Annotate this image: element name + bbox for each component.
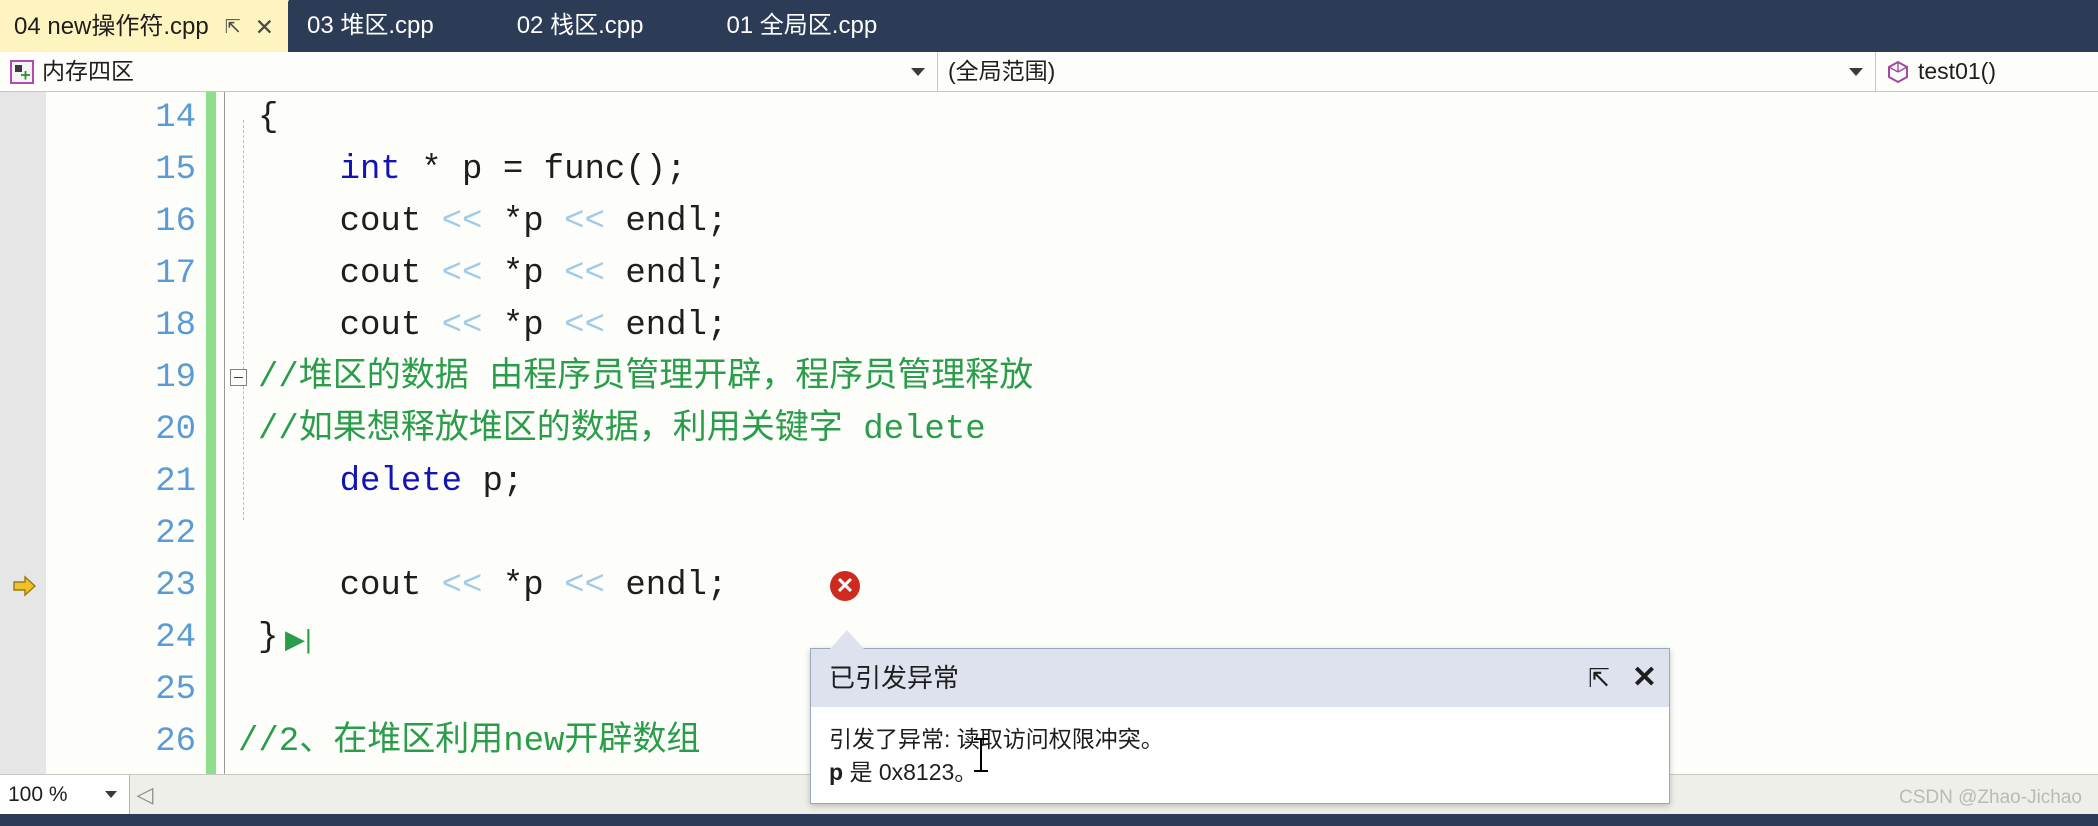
code-line[interactable]: 14 { (0, 92, 2098, 144)
line-number: 26 (155, 723, 196, 761)
line-text: //堆区的数据 由程序员管理开辟，程序员管理释放 (258, 359, 1034, 397)
editor-tab-strip: 04 new操作符.cpp ⇱ ✕ 03 堆区.cpp 02 栈区.cpp 01… (0, 0, 2098, 52)
code-line[interactable]: 19 //堆区的数据 由程序员管理开辟，程序员管理释放 (0, 352, 2098, 404)
chevron-down-icon[interactable] (911, 67, 925, 76)
line-number: 18 (155, 307, 196, 345)
window-bottom-edge (0, 814, 2098, 826)
code-line[interactable]: 17 cout << *p << endl; (0, 248, 2098, 300)
line-number: 19 (155, 359, 196, 397)
tab-03-heap[interactable]: 03 堆区.cpp (289, 0, 461, 52)
tab-label: 01 全局区.cpp (726, 12, 878, 39)
line-text: } (258, 619, 279, 657)
line-text: cout << *p << endl; (339, 567, 728, 605)
line-number: 22 (155, 515, 196, 553)
project-dropdown-value: 内存四区 (42, 58, 134, 84)
tab-01-global[interactable]: 01 全局区.cpp (708, 0, 905, 52)
tab-04-new-operator[interactable]: 04 new操作符.cpp ⇱ ✕ (0, 0, 289, 52)
tab-spacer (461, 0, 499, 52)
exception-popup-beak (830, 630, 864, 649)
pin-icon[interactable]: ⇱ (225, 16, 241, 39)
line-number: 17 (155, 255, 196, 293)
line-number: 23 (155, 567, 196, 605)
line-text: int * p = func(); (258, 151, 687, 189)
exception-message: 引发了异常: 读取访问权限冲突。 (829, 726, 1164, 752)
exception-popup-title: 已引发异常 (829, 663, 960, 693)
line-number: 14 (155, 99, 196, 137)
code-line[interactable]: 15 int * p = func(); (0, 144, 2098, 196)
chevron-down-icon[interactable] (1849, 67, 1863, 76)
line-number: 24 (155, 619, 196, 657)
zoom-level-value: 100 % (8, 783, 68, 806)
run-to-cursor-icon[interactable]: ▶| (285, 626, 312, 652)
tab-02-stack[interactable]: 02 栈区.cpp (499, 0, 671, 52)
code-line[interactable]: 16 cout << *p << endl; (0, 196, 2098, 248)
code-line[interactable]: 18 cout << *p << endl; (0, 300, 2098, 352)
chevron-down-icon[interactable] (105, 791, 117, 798)
exception-popup-titlebar: 已引发异常 ⇱ ✕ (811, 649, 1669, 707)
scope-dropdown[interactable]: (全局范围) (938, 52, 1876, 91)
tab-label: 02 栈区.cpp (516, 12, 644, 39)
exception-variable-name: p (829, 759, 844, 786)
line-text: //2、在堆区利用new开辟数组 (238, 723, 701, 761)
pin-icon[interactable]: ⇱ (1588, 665, 1610, 691)
zoom-level-dropdown[interactable]: 100 % (0, 775, 130, 814)
visual-studio-editor-window: 04 new操作符.cpp ⇱ ✕ 03 堆区.cpp 02 栈区.cpp 01… (0, 0, 2098, 826)
error-circle-icon[interactable]: ✕ (830, 571, 860, 601)
line-number: 21 (155, 463, 196, 501)
scroll-left-button[interactable]: ◁ (130, 775, 160, 814)
line-text: delete p; (339, 463, 524, 501)
navigation-bar: 内存四区 (全局范围) test01() (0, 52, 2098, 92)
watermark: CSDN @Zhao-Jichao (1899, 787, 2082, 808)
line-number: 16 (155, 203, 196, 241)
memory-region-icon (10, 59, 34, 84)
scope-dropdown-value: (全局范围) (948, 58, 1056, 84)
tab-label: 03 堆区.cpp (306, 12, 434, 39)
line-text: { (258, 99, 279, 137)
line-text: cout << *p << endl; (339, 255, 728, 293)
exception-variable-line: p 是 0x8123。 (829, 756, 1651, 789)
function-dropdown-value: test01() (1918, 58, 1996, 84)
exception-variable-value: 是 0x8123。 (843, 759, 978, 786)
line-text: //如果想释放堆区的数据，利用关键字 delete (258, 411, 986, 449)
close-icon[interactable]: ✕ (1632, 663, 1657, 693)
exception-popup-body: 引发了异常: 读取访问权限冲突。 p 是 0x8123。 (811, 707, 1669, 803)
fold-toggle-icon[interactable] (230, 369, 247, 386)
function-cube-icon (1886, 60, 1910, 84)
line-text: cout << *p << endl; (339, 203, 728, 241)
code-line[interactable]: 20 //如果想释放堆区的数据，利用关键字 delete (0, 404, 2098, 456)
exception-thrown-popup[interactable]: 已引发异常 ⇱ ✕ 引发了异常: 读取访问权限冲突。 p 是 0x8123。 (810, 648, 1670, 804)
line-number: 15 (155, 151, 196, 189)
function-dropdown[interactable]: test01() (1876, 52, 2098, 91)
code-line[interactable]: 21 delete p; (0, 456, 2098, 508)
close-icon[interactable]: ✕ (255, 14, 274, 41)
text-cursor-icon (974, 738, 988, 772)
project-dropdown[interactable]: 内存四区 (0, 52, 938, 91)
line-text: cout << *p << endl; (339, 307, 728, 345)
line-number: 25 (155, 671, 196, 709)
tab-label: 04 new操作符.cpp (14, 13, 209, 40)
line-number: 20 (155, 411, 196, 449)
code-line[interactable]: 22 (0, 508, 2098, 560)
code-line-current[interactable]: 23 cout << *p << endl; ✕ (0, 560, 2098, 612)
tab-spacer (670, 0, 708, 52)
